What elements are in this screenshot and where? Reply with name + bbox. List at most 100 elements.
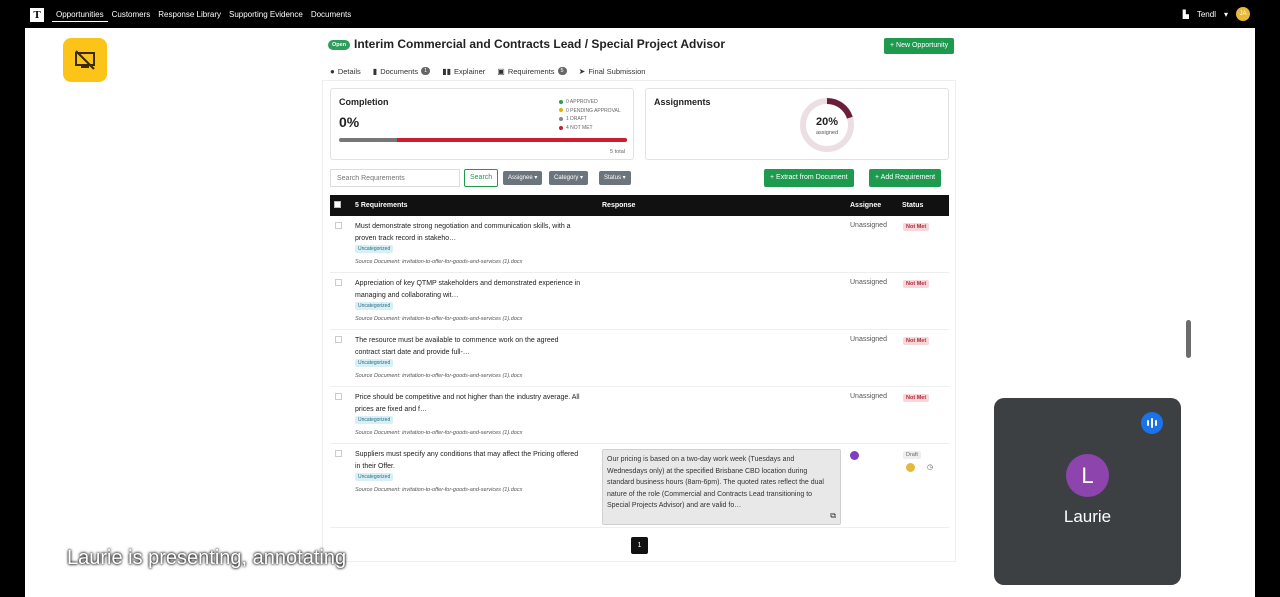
assignments-card: Assignments 20% assigned bbox=[645, 88, 949, 160]
legend-label: 4 NOT MET bbox=[566, 125, 593, 132]
legend-label: 0 PENDING APPROVAL bbox=[566, 107, 621, 114]
assignee-avatar[interactable] bbox=[850, 451, 859, 460]
filter-label: Status bbox=[604, 175, 622, 181]
copy-icon[interactable]: ⧉ bbox=[830, 510, 836, 522]
legend-item: 1 DRAFT bbox=[559, 115, 621, 124]
building-icon: ▙ bbox=[1182, 9, 1189, 19]
completion-card: Completion 0% 0 APPROVED 0 PENDING APPRO… bbox=[330, 88, 634, 160]
speaking-indicator-icon bbox=[1141, 412, 1163, 434]
filter-label: Category bbox=[554, 175, 579, 181]
header-requirements: 5 Requirements bbox=[355, 202, 408, 209]
assignee[interactable]: Unassigned bbox=[850, 222, 887, 229]
category-badge: Uncategorized bbox=[355, 416, 394, 424]
participant-name: Laurie bbox=[1063, 507, 1112, 526]
presenting-caption: Laurie is presenting, annotating bbox=[67, 547, 347, 569]
table-row[interactable]: The resource must be available to commen… bbox=[330, 330, 949, 387]
opportunity-header: Open Interim Commercial and Contracts Le… bbox=[328, 36, 955, 56]
table-row[interactable]: Price should be competitive and not high… bbox=[330, 387, 949, 444]
row-checkbox[interactable] bbox=[335, 336, 342, 343]
requirement-text: Must demonstrate strong negotiation and … bbox=[355, 223, 571, 242]
status-badge: Not Met bbox=[903, 394, 930, 402]
completion-total: 5 total bbox=[610, 149, 625, 155]
legend-item: 0 PENDING APPROVAL bbox=[559, 107, 621, 116]
completion-percent: 0% bbox=[339, 114, 360, 130]
category-badge: Uncategorized bbox=[355, 245, 394, 253]
org-name[interactable]: Tendl bbox=[1197, 10, 1216, 19]
checkbox[interactable] bbox=[334, 201, 341, 208]
status-badge: Open bbox=[328, 40, 351, 50]
participant-tile[interactable]: L Laurie bbox=[994, 398, 1181, 585]
table-header: 5 Requirements Response Assignee Status bbox=[330, 195, 949, 216]
completion-title: Completion bbox=[339, 97, 389, 107]
send-icon: ➤ bbox=[578, 66, 586, 76]
nav-link-supporting-evidence[interactable]: Supporting Evidence bbox=[225, 9, 307, 22]
tab-documents[interactable]: ▮ Documents 1 bbox=[372, 63, 431, 79]
requirement-text: Price should be competitive and not high… bbox=[355, 394, 580, 413]
row-checkbox[interactable] bbox=[335, 393, 342, 400]
search-button[interactable]: Search bbox=[464, 169, 499, 187]
select-all-checkbox[interactable] bbox=[334, 201, 341, 210]
legend-label: 1 DRAFT bbox=[566, 116, 587, 123]
assignee[interactable]: Unassigned bbox=[850, 279, 887, 286]
clock-icon: ◷ bbox=[927, 464, 934, 471]
legend-item: 0 APPROVED bbox=[559, 98, 621, 107]
filter-label: Assignee bbox=[508, 175, 533, 181]
table-row[interactable]: Suppliers must specify any conditions th… bbox=[330, 444, 949, 528]
category-badge: Uncategorized bbox=[355, 359, 394, 367]
tab-label: Explainer bbox=[454, 66, 486, 76]
completion-legend: 0 APPROVED 0 PENDING APPROVAL 1 DRAFT 4 … bbox=[559, 98, 621, 133]
tab-requirements[interactable]: ▣ Requirements 5 bbox=[497, 63, 567, 79]
count-badge: 5 bbox=[557, 67, 567, 75]
nav-link-response-library[interactable]: Response Library bbox=[154, 9, 225, 22]
nav-links: Opportunities Customers Response Library… bbox=[52, 9, 355, 22]
category-badge: Uncategorized bbox=[355, 473, 394, 481]
header-response: Response bbox=[602, 202, 636, 209]
search-input[interactable] bbox=[330, 169, 460, 187]
status-badge: Not Met bbox=[903, 280, 930, 288]
app-logo[interactable]: T bbox=[30, 8, 44, 22]
nav-link-opportunities[interactable]: Opportunities bbox=[52, 9, 108, 22]
page-button[interactable]: 1 bbox=[631, 537, 648, 554]
participant-avatar: L bbox=[1066, 454, 1109, 497]
status-badge: Not Met bbox=[903, 223, 930, 231]
response-preview[interactable]: Our pricing is based on a two-day work w… bbox=[602, 449, 841, 525]
header-status: Status bbox=[902, 202, 924, 209]
new-opportunity-button[interactable]: + New Opportunity bbox=[884, 38, 955, 54]
assignee-filter[interactable]: Assignee ▾ bbox=[503, 171, 543, 185]
category-filter[interactable]: Category ▾ bbox=[549, 171, 589, 185]
assignments-donut: 20% assigned bbox=[800, 98, 854, 152]
table-row[interactable]: Must demonstrate strong negotiation and … bbox=[330, 216, 949, 273]
count-badge: 1 bbox=[421, 67, 431, 75]
add-requirement-button[interactable]: + Add Requirement bbox=[869, 169, 942, 187]
nav-right: ▙ Tendl ▾ JA bbox=[1183, 7, 1250, 21]
nav-link-customers[interactable]: Customers bbox=[108, 9, 155, 22]
row-checkbox[interactable] bbox=[335, 450, 342, 457]
tab-label: Details bbox=[337, 66, 361, 76]
scrollbar[interactable] bbox=[1186, 320, 1191, 358]
tab-explainer[interactable]: ▮▮ Explainer bbox=[442, 63, 485, 79]
assignee[interactable]: Unassigned bbox=[850, 336, 887, 343]
source-document: Source Document: invitation-to-offer-for… bbox=[355, 373, 523, 379]
status-filter[interactable]: Status ▾ bbox=[599, 171, 631, 185]
row-checkbox[interactable] bbox=[335, 222, 342, 229]
requirement-text: Appreciation of key QTMP stakeholders an… bbox=[355, 280, 581, 299]
tab-label: Final Submission bbox=[588, 66, 646, 76]
assignee[interactable]: Unassigned bbox=[850, 393, 887, 400]
source-document: Source Document: invitation-to-offer-for… bbox=[355, 487, 523, 493]
file-icon: ▮ bbox=[372, 66, 378, 76]
nav-link-documents[interactable]: Documents bbox=[307, 9, 355, 22]
screen-share-off-icon[interactable] bbox=[63, 38, 107, 82]
approver-avatar[interactable] bbox=[906, 463, 915, 472]
tab-final-submission[interactable]: ➤ Final Submission bbox=[579, 63, 646, 79]
row-checkbox[interactable] bbox=[335, 279, 342, 286]
chevron-down-icon[interactable]: ▾ bbox=[1224, 10, 1228, 19]
assignments-percent: 20% bbox=[816, 116, 838, 128]
user-avatar[interactable]: JA bbox=[1236, 7, 1250, 21]
extract-from-document-button[interactable]: + Extract from Document bbox=[764, 169, 854, 187]
table-row[interactable]: Appreciation of key QTMP stakeholders an… bbox=[330, 273, 949, 330]
source-document: Source Document: invitation-to-offer-for… bbox=[355, 316, 523, 322]
source-document: Source Document: invitation-to-offer-for… bbox=[355, 430, 523, 436]
tab-details[interactable]: ● Details bbox=[330, 63, 361, 79]
page-title: Interim Commercial and Contracts Lead / … bbox=[354, 37, 725, 51]
assignments-title: Assignments bbox=[654, 97, 711, 107]
